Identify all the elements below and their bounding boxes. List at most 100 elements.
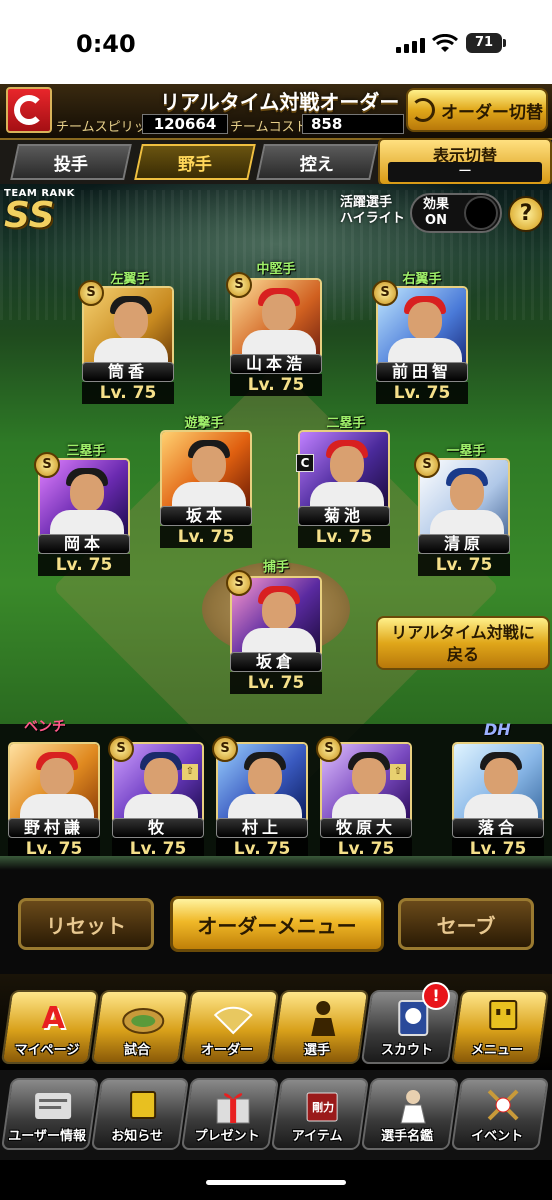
- team-logo: [6, 87, 52, 133]
- position-second-base: 二塁手: [326, 416, 366, 431]
- s-rank-badge: S: [226, 272, 252, 298]
- return-button-line2: 戻る: [446, 645, 479, 664]
- player-level: Lv. 75: [230, 672, 322, 694]
- player-card-second-base[interactable]: C 菊池 Lv. 75: [296, 430, 390, 548]
- bench-card[interactable]: S ⇧ 牧 Lv. 75: [108, 736, 204, 860]
- effect-label: 効果: [422, 197, 449, 212]
- bench-card[interactable]: 野村謙 Lv. 75: [8, 742, 100, 860]
- clock: 0:40: [76, 30, 136, 58]
- effect-state: ON: [425, 213, 447, 228]
- nav-menu[interactable]: メニュー: [450, 990, 550, 1064]
- s-rank-badge: S: [316, 736, 342, 762]
- nav-menu-label: メニュー: [470, 1043, 523, 1058]
- player-card-catcher[interactable]: S 坂倉 Lv. 75: [226, 570, 322, 694]
- player-name: 坂倉: [230, 652, 322, 672]
- menu-icon: [481, 998, 525, 1038]
- s-rank-badge: S: [34, 452, 60, 478]
- nav-news[interactable]: お知らせ: [90, 1078, 190, 1150]
- stadium-icon: [121, 998, 165, 1038]
- nav-user-info-label: ユーザー情報: [8, 1129, 86, 1144]
- user-info-icon: [31, 1086, 75, 1126]
- player-level: Lv. 75: [38, 554, 130, 576]
- player-name: 前田智: [376, 362, 468, 382]
- nav-player-label: 選手: [303, 1043, 330, 1058]
- player-card-center-field[interactable]: S 山本浩 Lv. 75: [226, 272, 322, 396]
- nav-user-info[interactable]: ユーザー情報: [0, 1078, 100, 1150]
- item-book-icon: 剛力: [301, 1086, 345, 1126]
- scout-notification-badge: !: [422, 982, 450, 1010]
- battery-icon: 71: [466, 33, 506, 53]
- item-book-tag: 剛力: [312, 1100, 334, 1114]
- nav-game[interactable]: 試合: [90, 990, 190, 1064]
- player-name: 牧: [112, 818, 204, 838]
- s-rank-badge: S: [212, 736, 238, 762]
- player-level: Lv. 75: [82, 382, 174, 404]
- c-badge: C: [296, 454, 314, 472]
- bench-label: ベンチ: [24, 719, 66, 735]
- gift-icon: [211, 1086, 255, 1126]
- tab-pitcher[interactable]: 投手: [10, 144, 132, 180]
- nav-player-directory[interactable]: 選手名鑑: [360, 1078, 460, 1150]
- player-card-left-field[interactable]: S 筒香 Lv. 75: [78, 280, 174, 404]
- upgrade-arrow-icon: ⇧: [390, 764, 406, 780]
- mypage-icon: A: [31, 998, 75, 1038]
- nav-present[interactable]: プレゼント: [180, 1078, 280, 1150]
- bench-card[interactable]: S ⇧ 牧原大 Lv. 75: [316, 736, 412, 860]
- player-name: 筒香: [82, 362, 174, 382]
- bench-divider: [0, 856, 552, 870]
- toggle-knob: [464, 196, 498, 230]
- signal-icon: [396, 38, 425, 53]
- page-title: リアルタイム対戦オーダー: [160, 90, 400, 114]
- reset-button[interactable]: リセット: [18, 898, 154, 950]
- player-level: Lv. 75: [376, 382, 468, 404]
- player-level: Lv. 75: [230, 374, 322, 396]
- player-name: 野村謙: [8, 818, 100, 838]
- nav-item[interactable]: 剛力 アイテム: [270, 1078, 370, 1150]
- player-name: 岡本: [38, 534, 130, 554]
- s-rank-badge: S: [414, 452, 440, 478]
- nav-order-label: オーダー: [200, 1043, 253, 1058]
- nav-order[interactable]: オーダー: [180, 990, 280, 1064]
- nav-mypage[interactable]: A マイページ: [0, 990, 100, 1064]
- tab-reserve[interactable]: 控え: [256, 144, 378, 180]
- nav-mypage-label: マイページ: [14, 1043, 80, 1058]
- display-switch-button[interactable]: 表示切替 ー: [378, 138, 552, 186]
- save-button[interactable]: セーブ: [398, 898, 534, 950]
- tab-pitcher-label: 投手: [54, 154, 88, 175]
- nav-item-label: アイテム: [291, 1129, 343, 1144]
- player-card-shortstop[interactable]: 坂本 Lv. 75: [160, 430, 252, 548]
- nav-event[interactable]: イベント: [450, 1078, 550, 1150]
- highlight-label-line1: 活躍選手: [340, 195, 393, 210]
- nav-scout-label: スカウト: [380, 1043, 433, 1058]
- bench-card-dh[interactable]: 落合 Lv. 75: [452, 742, 544, 860]
- effect-toggle-label: 効果 ON: [412, 197, 460, 229]
- player-card-right-field[interactable]: S 前田智 Lv. 75: [372, 280, 468, 404]
- order-switch-label: オーダー切替: [441, 102, 543, 123]
- nav-player[interactable]: 選手: [270, 990, 370, 1064]
- s-rank-badge: S: [78, 280, 104, 306]
- bench-card[interactable]: S 村上 Lv. 75: [212, 736, 308, 860]
- nav-player-directory-label: 選手名鑑: [381, 1129, 434, 1144]
- player-portrait: [8, 742, 100, 824]
- tab-fielder[interactable]: 野手: [134, 144, 256, 180]
- player-card-third-base[interactable]: S 岡本 Lv. 75: [34, 452, 130, 576]
- news-icon: [121, 1086, 165, 1126]
- status-bar: 0:40 71: [0, 0, 552, 84]
- player-card-first-base[interactable]: S 清原 Lv. 75: [414, 452, 510, 576]
- nav-news-label: お知らせ: [111, 1129, 163, 1144]
- player-name: 山本浩: [230, 354, 322, 374]
- effect-toggle[interactable]: 効果 ON: [410, 193, 502, 233]
- s-rank-badge: S: [226, 570, 252, 596]
- game-screen: { "status_bar": {"time": "0:40", "batter…: [0, 0, 552, 1200]
- s-rank-badge: S: [372, 280, 398, 306]
- order-menu-button[interactable]: オーダーメニュー: [170, 896, 384, 952]
- player-icon: [301, 998, 345, 1038]
- return-to-realtime-button[interactable]: リアルタイム対戦に 戻る: [376, 616, 550, 670]
- player-portrait: [160, 430, 252, 512]
- player-name: 落合: [452, 818, 544, 838]
- help-icon[interactable]: ?: [508, 196, 544, 232]
- order-switch-button[interactable]: オーダー切替: [406, 88, 548, 132]
- mypage-icon-letter: A: [41, 1000, 65, 1036]
- position-shortstop: 遊撃手: [184, 416, 224, 431]
- upgrade-arrow-icon: ⇧: [182, 764, 198, 780]
